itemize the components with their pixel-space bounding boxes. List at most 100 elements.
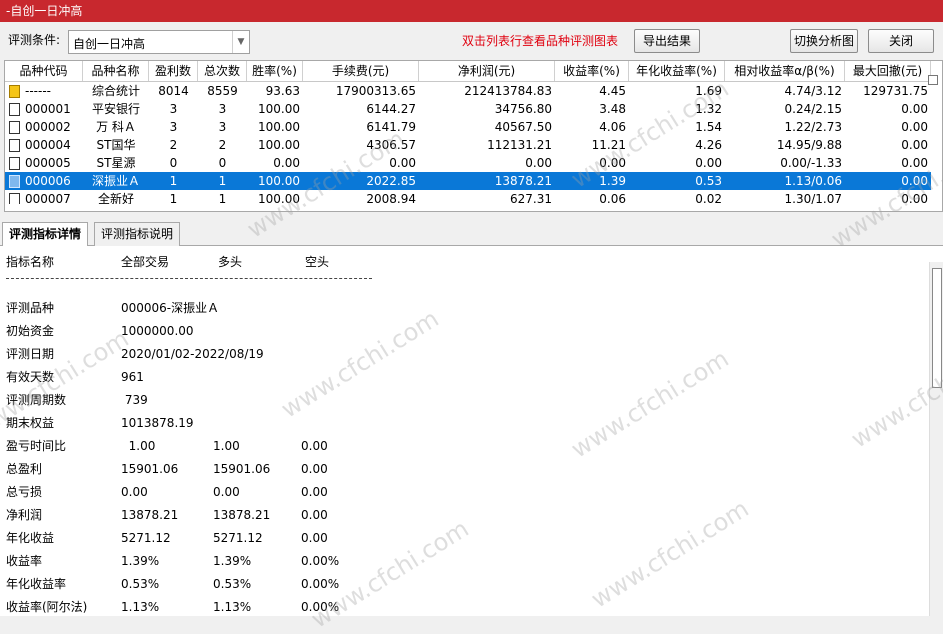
metric-value: 0.00%	[301, 554, 340, 568]
metric-label: 年化收益	[6, 531, 55, 545]
cell-profit: 112131.21	[487, 138, 552, 152]
column-header[interactable]: 净利润(元)	[419, 61, 555, 81]
close-button[interactable]: 关闭	[868, 29, 934, 53]
results-table: 品种代码 品种名称 盈利数 总次数 胜率(%) 手续费(元) 净利润(元) 收益率(%) 年化收…	[4, 60, 943, 212]
table-row[interactable]: 000004 ST国华 2 2 100.00 4306.57 112131.21 11.21 4…	[5, 136, 931, 154]
cell-rel: 1.13/0.06	[784, 174, 842, 188]
cell-rate: 100.00	[258, 192, 300, 204]
scrollbar-thumb[interactable]	[932, 268, 942, 388]
metric-value: 0.00	[301, 439, 328, 453]
cell-win: 8014	[158, 84, 189, 98]
cell-name: 综合统计	[91, 84, 140, 98]
cell-code: 000004	[25, 138, 71, 152]
table-row[interactable]: 000001 平安银行 3 3 100.00 6144.27 34756.80 3.48 1.3…	[5, 100, 931, 118]
metric-value: 1.13%	[213, 600, 252, 614]
table-row[interactable]: 000005 ST星源 0 0 0.00 0.00 0.00 0.00 0.00 0.00/-1.…	[5, 154, 931, 172]
checkbox-icon[interactable]	[928, 75, 938, 85]
cell-dd: 0.00	[901, 120, 928, 134]
detail-row: 评测日期 2020/01/02-2022/08/19	[6, 344, 926, 364]
column-header[interactable]: 年化收益率(%)	[629, 61, 725, 81]
cell-annual: 0.02	[695, 192, 722, 204]
column-header[interactable]: 品种名称	[83, 61, 149, 81]
cell-dd: 0.00	[901, 102, 928, 116]
cell-fee: 2008.94	[366, 192, 416, 204]
metric-value: 0.00	[301, 531, 328, 545]
vertical-scrollbar[interactable]	[929, 262, 943, 616]
metric-value: 0.00%	[301, 600, 340, 614]
condition-value: 自创一日冲高	[73, 37, 146, 51]
column-header[interactable]: 盈利数	[149, 61, 198, 81]
tab-bar: 评测指标详情 评测指标说明	[0, 218, 943, 247]
detail-header-row: 指标名称 全部交易 多头 空头	[6, 252, 926, 272]
cell-rel: 1.30/1.07	[784, 192, 842, 204]
column-header[interactable]: 收益率(%)	[555, 61, 629, 81]
column-header[interactable]: 品种代码	[5, 61, 83, 81]
table-header: 品种代码 品种名称 盈利数 总次数 胜率(%) 手续费(元) 净利润(元) 收益率(%) 年化收…	[5, 61, 935, 82]
cell-dd: 0.00	[901, 138, 928, 152]
metric-value: 1.13%	[121, 600, 160, 614]
folder-icon	[9, 85, 20, 98]
metric-label: 净利润	[6, 508, 43, 522]
divider	[6, 278, 372, 279]
column-header[interactable]: 手续费(元)	[303, 61, 419, 81]
condition-label: 评测条件:	[8, 33, 61, 47]
metric-label: 评测日期	[6, 347, 55, 361]
metric-value: 2020/01/02-2022/08/19	[121, 347, 264, 361]
cell-name: ST星源	[96, 156, 136, 170]
column-header[interactable]: 相对收益率α/β(%)	[725, 61, 845, 81]
tab-description[interactable]: 评测指标说明	[94, 222, 181, 246]
cell-rate: 100.00	[258, 174, 300, 188]
cell-ret: 4.06	[599, 120, 626, 134]
metric-value: 0.00	[121, 485, 148, 499]
metric-value: 0.00	[301, 462, 328, 476]
switch-chart-button[interactable]: 切换分析图	[790, 29, 858, 53]
condition-select[interactable]: 自创一日冲高 ▼	[68, 30, 250, 54]
table-row[interactable]: 000002 万 科Ａ 3 3 100.00 6141.79 40567.50 4.06 1.5…	[5, 118, 931, 136]
table-row[interactable]: 000006 深振业Ａ 1 1 100.00 2022.85 13878.21 1.39 0.5…	[5, 172, 931, 190]
metric-label: 总盈利	[6, 462, 43, 476]
cell-win: 2	[169, 138, 178, 152]
metric-value: 13878.21	[213, 508, 271, 522]
metric-value: 1.39%	[121, 554, 160, 568]
cell-rel: 4.74/3.12	[784, 84, 842, 98]
cell-dd: 0.00	[901, 192, 928, 204]
hint-text: 双击列表行查看品种评测图表	[462, 34, 619, 48]
table-row[interactable]: 000007 全新好 1 1 100.00 2008.94 627.31 0.06 0.02 1.…	[5, 190, 931, 204]
cell-win: 1	[169, 174, 178, 188]
metric-value: 1.39%	[213, 554, 252, 568]
cell-win: 1	[169, 192, 178, 204]
tab-detail[interactable]: 评测指标详情	[2, 222, 89, 247]
metric-value: 0.00%	[301, 577, 340, 591]
cell-win: 0	[169, 156, 178, 170]
export-button[interactable]: 导出结果	[634, 29, 700, 53]
cell-profit: 40567.50	[494, 120, 552, 134]
cell-fee: 0.00	[389, 156, 416, 170]
metric-value: 1.00	[213, 439, 240, 453]
cell-code: 000001	[25, 102, 71, 116]
column-header[interactable]: 胜率(%)	[247, 61, 303, 81]
document-icon	[9, 139, 20, 152]
chevron-down-icon[interactable]: ▼	[232, 31, 249, 53]
metric-value: 5271.12	[213, 531, 263, 545]
cell-profit: 627.31	[510, 192, 552, 204]
metric-value: 0.00	[213, 485, 240, 499]
window-title: -自创一日冲高	[0, 0, 943, 22]
detail-header: 多头	[218, 255, 243, 269]
cell-annual: 1.32	[695, 102, 722, 116]
cell-code: 000006	[25, 174, 71, 188]
detail-row: 期末权益 1013878.19	[6, 413, 926, 433]
cell-name: 万 科Ａ	[96, 120, 136, 134]
column-header[interactable]: 最大回撤(元)	[845, 61, 931, 81]
summary-row[interactable]: ------ 综合统计 8014 8559 93.63 17900313.65 212413…	[5, 82, 931, 100]
table-body: ------ 综合统计 8014 8559 93.63 17900313.65 212413…	[5, 82, 935, 204]
detail-row: 初始资金 1000000.00	[6, 321, 926, 341]
metric-value: 739	[121, 393, 148, 407]
cell-code: ------	[25, 84, 51, 98]
metric-label: 收益率	[6, 554, 43, 568]
column-header[interactable]: 总次数	[198, 61, 247, 81]
cell-ret: 4.45	[599, 84, 626, 98]
metric-value: 1000000.00	[121, 324, 194, 338]
cell-ret: 0.00	[599, 156, 626, 170]
metric-value: 961	[121, 370, 144, 384]
cell-code: 000007	[25, 192, 71, 204]
